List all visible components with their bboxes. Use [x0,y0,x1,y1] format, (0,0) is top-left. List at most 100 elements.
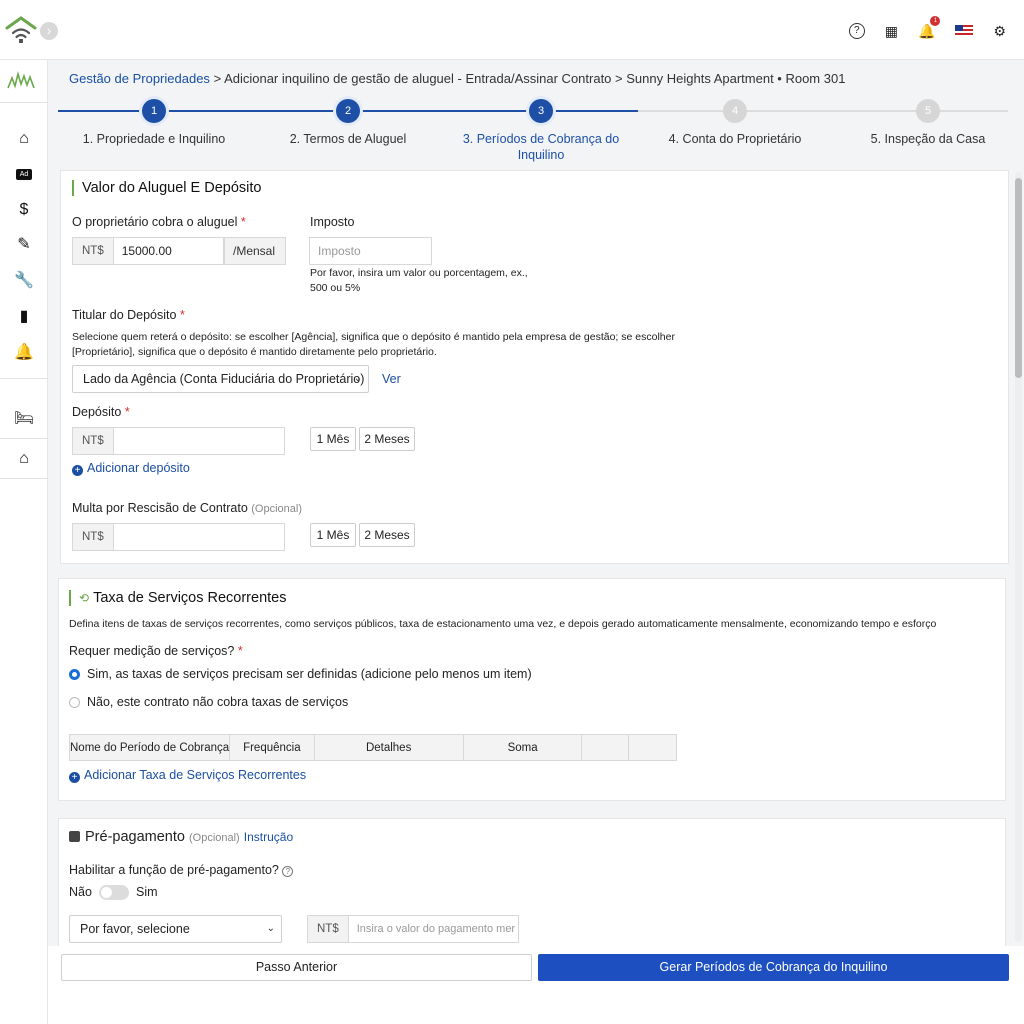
step-4-circle[interactable]: 4 [723,99,747,123]
step-3-circle[interactable]: 3 [529,99,553,123]
app-logo[interactable] [4,12,38,46]
step-5-circle[interactable]: 5 [916,99,940,123]
column-header: Frequência [229,734,315,761]
toggle-off-label: Não [69,885,92,899]
deposit-holder-selected: Lado da Agência (Conta Fiduciária do Pro… [83,372,365,386]
rent-amount-input[interactable]: NT$ 15000.00 [72,237,224,265]
bed-icon[interactable]: 🛏 [0,404,48,434]
deposit-label: Depósito * [72,405,130,419]
prepayment-enable-label: Habilitar a função de pré-pagamento? ? [69,863,294,877]
dollar-icon[interactable]: $ [0,195,48,225]
prepayment-title: Pré-pagamento (Opcional) Instrução [69,829,293,845]
plus-circle-icon: + [69,772,80,783]
rent-amount-value[interactable]: 15000.00 [114,238,223,264]
top-bar: › ? ▦ 🔔 1 ⚙ [0,0,1024,60]
wrench-icon[interactable]: 🔧 [0,266,48,296]
penalty-two-months-button[interactable]: 2 Meses [359,523,415,547]
step-2-label[interactable]: 2. Termos de Aluguel [268,131,428,147]
house-user-icon[interactable]: ⌂ [0,444,48,474]
deposit-amount-input[interactable]: NT$ [72,427,285,455]
breadcrumb-separator: > [615,71,623,86]
plus-circle-icon: + [72,465,83,476]
sidebar: ⌂ Ad $ ✎ 🔧 ▮ 🔔 🛏 ⌂ [0,60,48,1024]
deposit-one-month-button[interactable]: 1 Mês [310,427,356,451]
step-1-circle[interactable]: 1 [142,99,166,123]
deposit-two-months-button[interactable]: 2 Meses [359,427,415,451]
breadcrumb: Gestão de Propriedades > Adicionar inqui… [69,71,845,86]
currency-addon: NT$ [73,428,114,454]
bell-sidebar-icon[interactable]: 🔔 [0,338,48,368]
chevron-down-icon: ⌄ [266,923,275,934]
column-header [628,734,677,761]
step-1-label[interactable]: 1. Propriedade e Inquilino [74,131,234,147]
metering-no-radio[interactable] [69,697,80,708]
currency-addon: NT$ [73,524,114,550]
prepayment-instruction-link[interactable]: Instrução [244,830,293,844]
table-header-row: Nome do Período de Cobrança Frequência D… [68,734,677,761]
bell-icon[interactable]: 🔔 1 [918,16,941,40]
penalty-amount-value[interactable] [114,524,284,550]
refresh-icon: ⟲ [79,591,90,605]
prepayment-amount-input[interactable]: NT$ Insira o valor do pagamento mer [307,915,519,943]
add-deposit-link[interactable]: + Adicionar depósito [72,461,190,476]
home-icon[interactable]: ⌂ [0,124,48,154]
generate-billing-periods-button[interactable]: Gerar Períodos de Cobrança do Inquilino [538,954,1009,981]
prepayment-type-placeholder: Por favor, selecione [80,922,190,936]
currency-addon: NT$ [73,238,114,264]
column-header [581,734,630,761]
calendar-icon[interactable]: ▦ [885,22,898,40]
penalty-label: Multa por Rescisão de Contrato (Opcional… [72,501,303,515]
recurring-fees-description: Defina itens de taxas de serviços recorr… [69,618,937,630]
step-3-label[interactable]: 3. Períodos de Cobrança do Inquilino [456,131,626,163]
breadcrumb-root-link[interactable]: Gestão de Propriedades [69,71,210,86]
step-2-circle[interactable]: 2 [336,99,360,123]
tax-hint: Por favor, insira um valor ou porcentage… [310,267,528,294]
us-flag-icon[interactable] [955,25,974,37]
toggle-on-label: Sim [136,885,158,899]
breadcrumb-property: Sunny Heights Apartment • Room 301 [626,71,846,86]
column-header: Soma [462,734,583,761]
prepayment-type-select[interactable]: Por favor, selecione ⌄ [69,915,282,943]
rent-label: O proprietário cobra o aluguel * [72,215,246,229]
metering-yes-label[interactable]: Sim, as taxas de serviços precisam ser d… [87,667,532,681]
deposit-holder-select[interactable]: Lado da Agência (Conta Fiduciária do Pro… [72,365,369,393]
column-header: Detalhes [313,734,464,761]
scrollbar-thumb[interactable] [1015,178,1022,378]
deposit-holder-label: Titular do Depósito * [72,308,185,322]
wallet-icon [69,831,80,842]
help-icon[interactable]: ? [848,23,865,39]
chevron-down-icon: ⌄ [353,373,362,384]
tax-input[interactable]: Imposto [309,237,432,265]
breadcrumb-separator: > [213,71,222,86]
page-scrollbar[interactable] [1015,172,1022,942]
ad-icon[interactable]: Ad [0,160,48,190]
deposit-holder-view-link[interactable]: Ver [382,372,401,386]
bar-chart-icon[interactable]: ▮ [0,302,48,332]
metering-label: Requer medição de serviços? * [69,644,243,658]
metering-yes-radio[interactable] [69,669,80,680]
deposit-amount-value[interactable] [114,428,284,454]
step-5-label[interactable]: 5. Inspeção da Casa [848,131,1008,147]
sidebar-collapse-button[interactable]: › [40,22,58,40]
notification-badge: 1 [930,16,941,26]
recurring-fees-table: Nome do Período de Cobrança Frequência D… [68,734,677,761]
prepayment-toggle[interactable] [99,885,129,900]
help-circle-icon[interactable]: ? [282,866,294,877]
currency-addon: NT$ [308,916,349,942]
contract-sign-icon[interactable]: ✎ [0,230,48,260]
previous-step-button[interactable]: Passo Anterior [61,954,532,981]
metering-no-label[interactable]: Não, este contrato não cobra taxas de se… [87,695,348,709]
penalty-one-month-button[interactable]: 1 Mês [310,523,356,547]
rent-period-suffix: /Mensal [224,237,286,265]
step-4-label[interactable]: 4. Conta do Proprietário [655,131,815,147]
gear-icon[interactable]: ⚙ [993,22,1006,40]
recurring-fees-title: ⟲ Taxa de Serviços Recorrentes [69,590,286,606]
prepayment-amount-placeholder[interactable]: Insira o valor do pagamento mer [349,916,518,942]
breadcrumb-page: Adicionar inquilino de gestão de aluguel… [224,71,612,86]
penalty-amount-input[interactable]: NT$ [72,523,285,551]
sidebar-logo [7,70,35,89]
tax-label: Imposto [310,215,355,229]
column-header: Nome do Período de Cobrança [68,734,231,761]
deposit-holder-hint: Selecione quem reterá o depósito: se esc… [72,331,675,358]
add-recurring-fee-link[interactable]: + Adicionar Taxa de Serviços Recorrentes [69,768,306,783]
